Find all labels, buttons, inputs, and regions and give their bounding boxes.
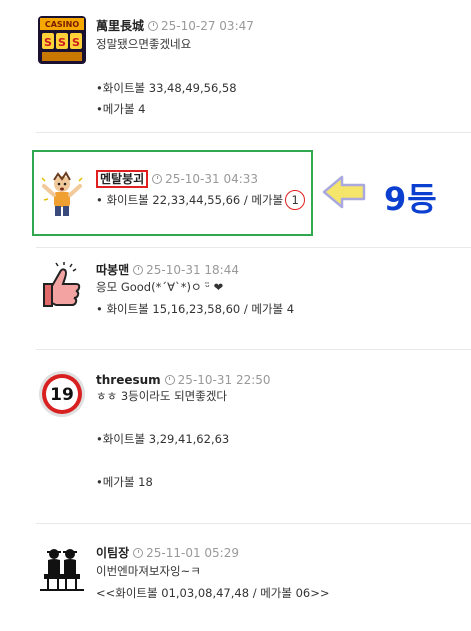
svg-text:S: S [58, 36, 66, 49]
comment-time: 25-10-31 22:50 [177, 373, 271, 387]
circled-megaball-value: 1 [285, 190, 306, 210]
two-men-silhouette-icon [38, 544, 86, 592]
divider [36, 247, 471, 248]
arrow-left-icon [322, 174, 366, 214]
rank-label: 9등 [384, 180, 438, 218]
comment-meta: threesum 25-10-31 22:50 [96, 372, 271, 388]
thumbs-up-icon [38, 262, 86, 310]
comment-text: • 화이트볼 22,33,44,55,66 / 메가볼 1 [96, 190, 306, 210]
comment-text: 이번엔마져보자잉~ㅋ [96, 564, 201, 578]
comment-author[interactable]: 멘탈붕괴 [96, 170, 149, 188]
comment-meta: 따봉맨 25-10-31 18:44 [96, 262, 239, 278]
badge-number: 19 [50, 385, 74, 405]
clock-icon [133, 265, 144, 275]
comment-text: 정말됐으면좋겠네요 [96, 37, 192, 51]
comment-meta: 멘탈붕괴 25-10-31 04:33 [96, 170, 259, 188]
divider [36, 349, 471, 350]
svg-text:S: S [72, 36, 80, 49]
number-19-badge-icon: 19 [38, 370, 86, 418]
comment-time: 25-10-31 04:33 [165, 172, 259, 186]
shocked-man-icon [38, 170, 86, 218]
comment-author[interactable]: 따봉맨 [96, 263, 129, 277]
comment-time: 25-10-27 03:47 [161, 19, 254, 33]
clock-icon [152, 174, 163, 184]
comment-text: <<화이트볼 01,03,08,47,48 / 메가볼 06>> [96, 586, 330, 600]
comment-time: 25-11-01 05:29 [146, 546, 239, 560]
comment-time: 25-10-31 18:44 [146, 263, 239, 277]
clock-icon [164, 375, 175, 385]
divider [36, 132, 471, 133]
comment-author[interactable]: threesum [96, 373, 161, 387]
comment-text: •화이트볼 3,29,41,62,63 [96, 432, 230, 446]
comment-meta: 萬里長城 25-10-27 03:47 [96, 18, 254, 34]
comment-line: • 화이트볼 22,33,44,55,66 / 메가볼 [96, 193, 284, 207]
divider [36, 523, 471, 524]
comment-text: •메가볼 4 [96, 102, 146, 116]
clock-icon [133, 548, 144, 558]
comment-text: •화이트볼 33,48,49,56,58 [96, 81, 237, 95]
comment-text: • 화이트볼 15,16,23,58,60 / 메가볼 4 [96, 302, 295, 316]
casino-slots-icon: CASINO S S S [38, 16, 86, 64]
svg-text:S: S [44, 36, 52, 49]
comment-author[interactable]: 이팀장 [96, 546, 129, 560]
comment-text: ㅎㅎ 3등이라도 되면좋겠다 [96, 389, 228, 403]
comment-text: 응모 Good(*´∀`*)ㅇ ᵕ̈ ❤ [96, 280, 224, 294]
comment-text: •메가볼 18 [96, 475, 153, 489]
svg-text:CASINO: CASINO [45, 20, 79, 29]
comment-meta: 이팀장 25-11-01 05:29 [96, 545, 239, 561]
comment-author[interactable]: 萬里長城 [96, 19, 144, 33]
clock-icon [148, 21, 159, 31]
